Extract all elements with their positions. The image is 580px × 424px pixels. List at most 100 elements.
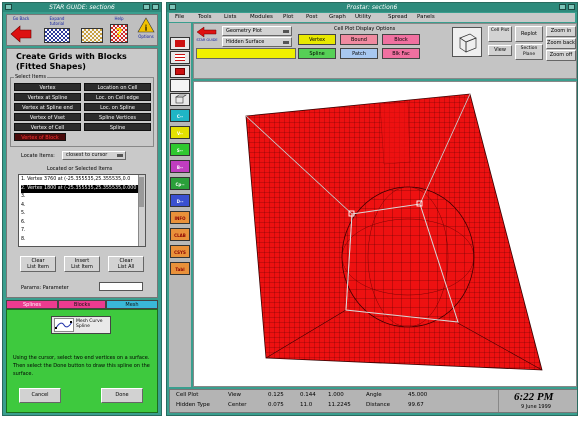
- located-item-row[interactable]: 3.: [21, 193, 139, 201]
- located-item-row[interactable]: 1. Vertex 3760 at (-25.355535,25.355535,…: [21, 176, 139, 184]
- palette-button-csys[interactable]: CSYS: [170, 245, 190, 258]
- locate-items-dropdown[interactable]: closest to cursor: [62, 151, 126, 160]
- prostar-window: Prostar: section6 File Tools Lists Modules P…: [166, 2, 578, 416]
- palette-button-tabl[interactable]: Tabl: [170, 262, 190, 275]
- status-field: 0.144: [300, 392, 316, 398]
- cancel-button[interactable]: Cancel: [19, 388, 61, 403]
- palette-button-info[interactable]: INFO: [170, 211, 190, 224]
- menu-item-panels[interactable]: Panels: [417, 14, 435, 20]
- select-item-button[interactable]: Vertex of Vset: [14, 113, 81, 121]
- geometry-plot-dropdown[interactable]: Geometry Plot: [222, 26, 292, 36]
- tab-mesh[interactable]: Mesh: [106, 300, 158, 309]
- prostar-minimize-button[interactable]: [559, 4, 566, 10]
- palette-button-clab[interactable]: CLAB: [170, 228, 190, 241]
- located-item-row[interactable]: 6.: [21, 219, 139, 227]
- tab-splines[interactable]: Splines: [6, 300, 58, 309]
- select-item-button[interactable]: Vertex of Block: [14, 133, 66, 141]
- display-blk-fac-button[interactable]: Blk Fac: [382, 48, 420, 59]
- zoom-off-button[interactable]: Zoom off: [546, 50, 576, 61]
- cell-plot-button[interactable]: Cell Plot: [488, 26, 512, 42]
- select-item-button[interactable]: Vertex: [14, 83, 81, 91]
- display-block-button[interactable]: Block: [382, 34, 420, 45]
- guide-toolbar: Go Back Expand tutorial Help ? i Options: [6, 14, 158, 46]
- go-back-button[interactable]: Go Back: [9, 16, 33, 45]
- mesh-curve-spline-button[interactable]: Mesh Curve Spline: [51, 316, 111, 334]
- select-item-button[interactable]: Loc. on Cell edge: [84, 93, 151, 101]
- maximize-button[interactable]: [152, 4, 159, 10]
- menu-item-modules[interactable]: Modules: [250, 14, 273, 20]
- tab-blocks[interactable]: Blocks: [58, 300, 106, 309]
- palette-button-v[interactable]: V--: [170, 126, 190, 139]
- minimize-button[interactable]: [143, 4, 150, 10]
- select-item-button[interactable]: Vertex at Spline: [14, 93, 81, 101]
- located-items-list[interactable]: 1. Vertex 3760 at (-25.355535,25.355535,…: [18, 174, 146, 247]
- view-button[interactable]: View: [488, 45, 512, 56]
- zoom-back-button[interactable]: Zoom back: [546, 38, 576, 49]
- list-scrollbar[interactable]: [138, 175, 145, 246]
- prostar-window-menu-button[interactable]: [169, 4, 176, 10]
- palette-cube-icon[interactable]: [170, 93, 190, 106]
- select-item-button[interactable]: Spline Vertices: [84, 113, 151, 121]
- window-menu-button[interactable]: [5, 4, 12, 10]
- palette-button-d[interactable]: D--: [170, 194, 190, 207]
- expand-tutorial-button[interactable]: Expand tutorial: [39, 16, 75, 45]
- menu-item-spread[interactable]: Spread: [388, 14, 407, 20]
- menu-item-file[interactable]: File: [175, 14, 184, 20]
- status-field: Angle: [366, 392, 382, 398]
- star-guide-logo-button[interactable]: STAR GUIDE: [196, 26, 218, 46]
- prostar-maximize-button[interactable]: [568, 4, 575, 10]
- select-item-button[interactable]: Vertex at Spline end: [14, 103, 81, 111]
- yellow-input-field[interactable]: [196, 48, 296, 59]
- palette-white-icon[interactable]: [170, 79, 190, 92]
- palette-sheet-icon[interactable]: [170, 65, 190, 78]
- zoom-in-button[interactable]: Zoom in: [546, 26, 576, 37]
- palette-button-cp[interactable]: Cp--: [170, 177, 190, 190]
- located-item-row[interactable]: 2. Vertex 1800 at (-25.355535,25.355535,…: [21, 184, 139, 193]
- located-item-row[interactable]: 5.: [21, 210, 139, 218]
- star-guide-window: STAR GUIDE: section6 Go Back Expand tuto…: [2, 2, 162, 416]
- hidden-dropdown-indicator-icon: [283, 41, 289, 44]
- palette-button-b[interactable]: B--: [170, 160, 190, 173]
- select-item-button[interactable]: Spline: [84, 123, 151, 131]
- clear-list-item-button[interactable]: Clear List Item: [20, 256, 56, 272]
- pattern-icon[interactable]: [81, 28, 103, 43]
- options-button[interactable]: i Options: [135, 16, 157, 45]
- status-field: Center: [228, 402, 247, 408]
- select-item-button[interactable]: Location on Cell: [84, 83, 151, 91]
- palette-button-c[interactable]: C--: [170, 109, 190, 122]
- located-item-row[interactable]: 8.: [21, 236, 139, 244]
- replot-button[interactable]: Replot: [515, 26, 543, 42]
- insert-list-item-button[interactable]: Insert List Item: [64, 256, 100, 272]
- located-item-row[interactable]: 4.: [21, 202, 139, 210]
- help-button[interactable]: Help ?: [107, 16, 131, 45]
- menu-item-lists[interactable]: Lists: [224, 14, 236, 20]
- done-button[interactable]: Done: [101, 388, 143, 403]
- display-spline-button[interactable]: Spline: [298, 48, 336, 59]
- located-item-row[interactable]: 7.: [21, 227, 139, 235]
- graphics-viewport[interactable]: [193, 81, 577, 387]
- section-plane-button[interactable]: Section Plane: [515, 44, 543, 60]
- palette-grid-icon[interactable]: [170, 51, 190, 64]
- palette-button-s[interactable]: S--: [170, 143, 190, 156]
- menu-item-post[interactable]: Post: [306, 14, 318, 20]
- locate-dropdown-value: closest to cursor: [66, 152, 108, 158]
- list-scroll-thumb[interactable]: [139, 177, 144, 207]
- display-bound-button[interactable]: Bound: [340, 34, 378, 45]
- geometry-plot-value: Geometry Plot: [226, 28, 262, 34]
- star-guide-titlebar: STAR GUIDE: section6: [3, 3, 161, 12]
- parameter-input[interactable]: [99, 282, 143, 291]
- menu-item-tools[interactable]: Tools: [198, 14, 212, 20]
- menu-item-utility[interactable]: Utility: [355, 14, 371, 20]
- view-orientation-widget[interactable]: [452, 27, 482, 57]
- select-item-button[interactable]: Vertex of Cell: [14, 123, 81, 131]
- display-vertex-button[interactable]: Vertex: [298, 34, 336, 45]
- clear-list-all-button[interactable]: Clear List All: [108, 256, 144, 272]
- select-item-button[interactable]: Loc. on Spline: [84, 103, 151, 111]
- hidden-surface-dropdown[interactable]: Hidden Surface: [222, 37, 292, 47]
- menu-item-plot[interactable]: Plot: [283, 14, 293, 20]
- menu-item-graph[interactable]: Graph: [329, 14, 346, 20]
- mode-tabs: Splines Blocks Mesh: [6, 300, 158, 309]
- cube-orientation-icon: [459, 33, 477, 53]
- palette-cells-icon[interactable]: [170, 37, 190, 50]
- display-patch-button[interactable]: Patch: [340, 48, 378, 59]
